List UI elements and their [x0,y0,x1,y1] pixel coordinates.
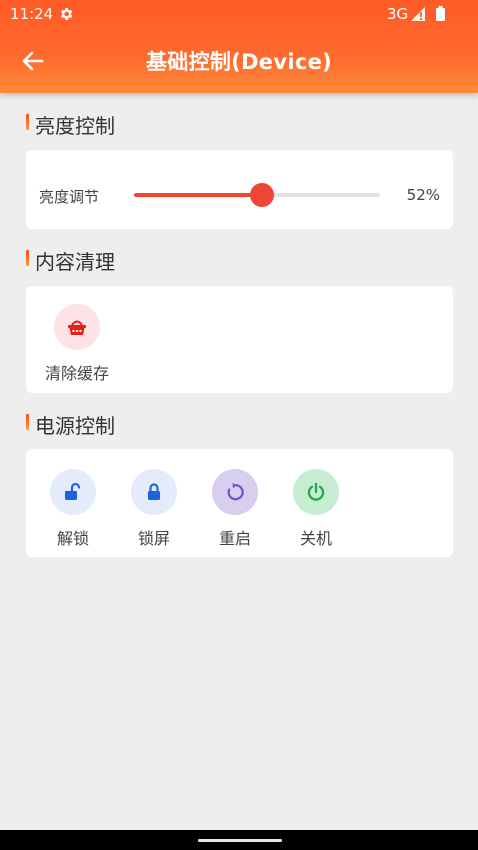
power-icon-circle [293,469,339,515]
brightness-slider-thumb[interactable] [249,183,274,207]
battery-icon [436,6,445,21]
section-title: 内容清理 [35,250,115,274]
brightness-slider[interactable] [134,183,380,207]
shutdown-label: 关机 [299,529,332,548]
brightness-slider-fill [134,193,262,197]
content-card: 清除缓存 [26,286,453,393]
lock-screen-button[interactable]: 锁屏 [114,469,194,549]
app-bar: 11:24 3G 基础控制(Device) [0,0,478,93]
lock-icon-circle [131,469,177,515]
network-type: 3G [387,5,409,23]
section-accent-bar [26,250,29,266]
lock-screen-label: 锁屏 [137,529,170,548]
unlock-button[interactable]: 解锁 [33,469,113,549]
restart-icon-circle [212,469,258,515]
clear-cache-label: 清除缓存 [44,364,109,383]
signal-icon [411,7,425,21]
section-title: 电源控制 [35,414,115,438]
brightness-card: 亮度调节 52% [26,150,453,229]
unlock-icon [65,482,81,500]
power-card: 解锁 锁屏 重启 关机 [26,449,453,557]
restart-button[interactable]: 重启 [195,469,275,549]
clear-cache-button[interactable]: 清除缓存 [37,304,117,384]
broom-basket-icon [68,320,86,335]
unlock-icon-circle [50,469,96,515]
page-title: 基础控制(Device) [145,50,333,74]
brightness-label: 亮度调节 [39,188,100,206]
home-gesture-handle[interactable] [198,839,282,842]
unlock-label: 解锁 [56,529,89,548]
section-accent-bar [26,114,29,130]
clear-cache-icon-circle [54,304,100,350]
section-accent-bar [26,414,29,430]
system-nav-bar [0,830,478,850]
restart-icon [227,483,244,501]
brightness-value: 52% [406,186,440,204]
shutdown-button[interactable]: 关机 [276,469,356,549]
power-icon [307,482,325,501]
status-bar: 11:24 3G [0,0,478,28]
section-title: 亮度控制 [35,114,115,138]
lock-icon [148,483,160,500]
settings-gear-icon [61,8,73,20]
status-time: 11:24 [10,5,54,23]
restart-label: 重启 [218,529,251,548]
